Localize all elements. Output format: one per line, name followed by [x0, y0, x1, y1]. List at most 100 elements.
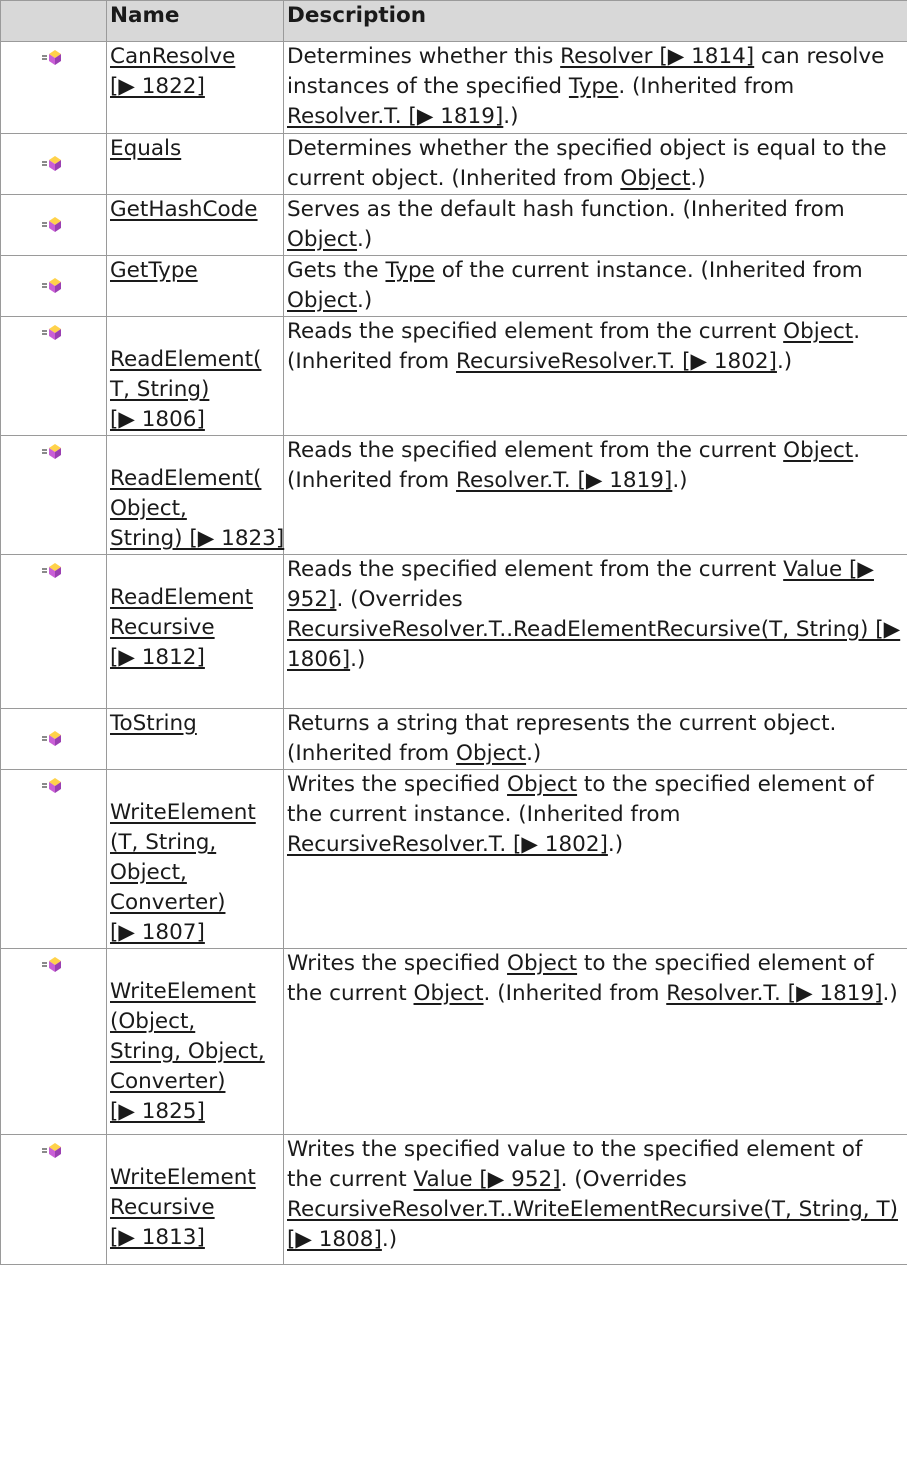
desc-link[interactable]: Object: [507, 772, 577, 797]
icon-cell: [0, 948, 107, 1135]
member-name[interactable]: WriteElement Recursive [▶ 1813]: [106, 1134, 284, 1265]
desc-text: Reads the specified element from the cur…: [287, 557, 784, 582]
member-description: Reads the specified element from the cur…: [283, 435, 907, 555]
member-name[interactable]: WriteElement (Object, String, Object, Conve…: [106, 948, 284, 1135]
member-description: Serves as the default hash function. (In…: [283, 194, 907, 256]
member-name[interactable]: ReadElement Recursive [▶ 1812]: [106, 554, 284, 709]
desc-text: .): [381, 1227, 398, 1252]
member-name[interactable]: ToString: [106, 708, 284, 770]
icon-cell: [0, 1134, 107, 1265]
page-ref-link[interactable]: [▶ 1812]: [110, 643, 280, 673]
desc-link[interactable]: Type: [385, 258, 434, 283]
table-row: WriteElement (Object, String, Object, Conve…: [0, 948, 907, 1135]
public-method-icon: [41, 731, 61, 746]
member-link[interactable]: Object,: [110, 494, 280, 524]
desc-link[interactable]: Value [▶ 952]: [414, 1167, 561, 1192]
member-description: Writes the specified Object to the speci…: [283, 769, 907, 949]
member-link[interactable]: Recursive: [110, 1193, 280, 1223]
desc-text: .): [776, 349, 793, 374]
member-link[interactable]: CanResolve: [110, 42, 280, 72]
desc-text: Writes the specified: [287, 772, 508, 797]
page-ref-link[interactable]: String) [▶ 1823]: [110, 524, 284, 554]
desc-text: Serves as the default hash function. (In…: [287, 197, 845, 222]
table-row: ReadElement(T, String) [▶ 1806] Reads the…: [0, 316, 907, 436]
member-description: Determines whether the specified object …: [283, 133, 907, 195]
icon-cell: [0, 255, 107, 317]
member-link[interactable]: WriteElement: [110, 977, 280, 1007]
desc-link[interactable]: Resolver [▶ 1814]: [560, 44, 754, 69]
desc-text: .): [882, 981, 898, 1006]
table-row: CanResolve [▶ 1822] Determines whether th…: [0, 41, 907, 134]
public-method-icon: [41, 1143, 61, 1158]
desc-link[interactable]: RecursiveResolver.T. [▶ 1802]: [287, 832, 608, 857]
page-ref-link[interactable]: [▶ 1807]: [110, 918, 280, 948]
desc-text: Determines whether this: [287, 44, 561, 69]
table-row: WriteElement (T, String, Object, Converter)…: [0, 769, 907, 949]
member-link[interactable]: String, Object,: [110, 1037, 280, 1067]
member-link[interactable]: Recursive: [110, 613, 280, 643]
desc-text: .): [503, 104, 519, 129]
page-ref-link[interactable]: [▶ 1825]: [110, 1097, 280, 1127]
desc-link[interactable]: Resolver.T. [▶ 1819]: [456, 468, 672, 493]
member-link[interactable]: WriteElement: [110, 798, 280, 828]
member-description: Reads the specified element from the cur…: [283, 554, 907, 709]
desc-link[interactable]: Object: [287, 288, 357, 313]
desc-link[interactable]: Object: [783, 438, 853, 463]
member-link[interactable]: T, String): [110, 375, 280, 405]
member-link[interactable]: (T, String,: [110, 828, 280, 858]
member-link[interactable]: ToString: [110, 709, 280, 739]
desc-link[interactable]: RecursiveResolver.T. [▶ 1802]: [456, 349, 777, 374]
member-name[interactable]: GetHashCode: [106, 194, 284, 256]
desc-link[interactable]: Object: [507, 951, 577, 976]
desc-link[interactable]: RecursiveResolver.T..ReadElementRecursiv…: [287, 617, 900, 672]
icon-cell: [0, 769, 107, 949]
page-ref-link[interactable]: [▶ 1822]: [110, 72, 280, 102]
desc-text: . (Overrides: [560, 1167, 687, 1192]
member-description: Writes the specified Object to the speci…: [283, 948, 907, 1135]
member-link[interactable]: ReadElement(: [110, 464, 280, 494]
member-name[interactable]: CanResolve [▶ 1822]: [106, 41, 284, 134]
member-description: Returns a string that represents the cur…: [283, 708, 907, 770]
table-row: GetType Gets the Type of the current ins…: [0, 255, 907, 317]
member-name[interactable]: GetType: [106, 255, 284, 317]
desc-text: of the current instance. (Inherited from: [434, 258, 863, 283]
member-link[interactable]: GetHashCode: [110, 195, 280, 225]
member-link[interactable]: Object,: [110, 858, 280, 888]
desc-link[interactable]: Object: [783, 319, 853, 344]
member-name[interactable]: ReadElement(T, String) [▶ 1806]: [106, 316, 284, 436]
desc-link[interactable]: RecursiveResolver.T..WriteElementRecursi…: [287, 1197, 898, 1252]
header-row: Name Description: [0, 0, 907, 42]
desc-text: Gets the: [287, 258, 386, 283]
member-link[interactable]: ReadElement(: [110, 345, 280, 375]
member-description: Determines whether this Resolver [▶ 1814…: [283, 41, 907, 134]
member-link[interactable]: GetType: [110, 256, 280, 286]
icon-cell: [0, 708, 107, 770]
member-name[interactable]: WriteElement (T, String, Object, Converter)…: [106, 769, 284, 949]
desc-link[interactable]: Object: [414, 981, 484, 1006]
public-method-icon: [41, 278, 61, 293]
member-link[interactable]: Equals: [110, 134, 280, 164]
desc-link[interactable]: Resolver.T. [▶ 1819]: [287, 104, 503, 129]
public-method-icon: [41, 217, 61, 232]
public-method-icon: [41, 50, 61, 65]
page-ref-link[interactable]: [▶ 1813]: [110, 1223, 280, 1253]
public-method-icon: [41, 444, 61, 459]
desc-link[interactable]: Object: [456, 741, 526, 766]
member-name[interactable]: Equals: [106, 133, 284, 195]
member-link[interactable]: WriteElement: [110, 1163, 280, 1193]
desc-link[interactable]: Object: [620, 166, 690, 191]
desc-link[interactable]: Type: [569, 74, 618, 99]
desc-text: .): [350, 647, 366, 672]
desc-link[interactable]: Resolver.T. [▶ 1819]: [666, 981, 882, 1006]
desc-link[interactable]: Object: [287, 227, 357, 252]
page-ref-link[interactable]: [▶ 1806]: [110, 405, 280, 435]
member-link[interactable]: ReadElement: [110, 583, 280, 613]
member-link[interactable]: Converter): [110, 1067, 280, 1097]
member-link[interactable]: (Object,: [110, 1007, 280, 1037]
icon-cell: [0, 435, 107, 555]
member-name[interactable]: ReadElement(Object, String) [▶ 1823]: [106, 435, 284, 555]
desc-text: .): [526, 741, 542, 766]
member-link[interactable]: Converter): [110, 888, 280, 918]
desc-text: Writes the specified: [287, 951, 508, 976]
icon-cell: [0, 133, 107, 195]
